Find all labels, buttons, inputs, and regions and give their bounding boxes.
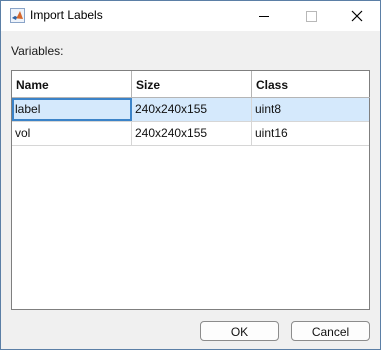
cell-name[interactable]: label: [12, 98, 132, 121]
cell-size[interactable]: 240x240x155: [132, 122, 252, 145]
cell-size[interactable]: 240x240x155: [132, 98, 252, 121]
cell-name[interactable]: vol: [12, 122, 132, 145]
cancel-button[interactable]: Cancel: [291, 321, 370, 341]
table-row[interactable]: vol 240x240x155 uint16: [12, 122, 369, 146]
window-title: Import Labels: [30, 8, 103, 22]
variables-label: Variables:: [11, 44, 64, 58]
minimize-icon: [259, 15, 269, 17]
maximize-icon: [305, 10, 317, 22]
cell-class[interactable]: uint16: [252, 122, 369, 145]
minimize-button[interactable]: [241, 1, 287, 31]
column-header-class[interactable]: Class: [252, 71, 370, 98]
import-labels-dialog: Import Labels Variables: Name Size Class…: [0, 0, 381, 350]
title-bar[interactable]: Import Labels: [1, 1, 380, 31]
column-header-name[interactable]: Name: [12, 71, 132, 98]
close-icon: [351, 10, 363, 22]
matlab-app-icon: [10, 8, 25, 23]
column-header-size[interactable]: Size: [132, 71, 252, 98]
ok-button[interactable]: OK: [200, 321, 279, 341]
cell-class[interactable]: uint8: [252, 98, 369, 121]
variables-table[interactable]: Name Size Class label 240x240x155 uint8 …: [11, 70, 370, 310]
maximize-button[interactable]: [288, 1, 334, 31]
table-row[interactable]: label 240x240x155 uint8: [12, 98, 369, 122]
close-button[interactable]: [334, 1, 380, 31]
